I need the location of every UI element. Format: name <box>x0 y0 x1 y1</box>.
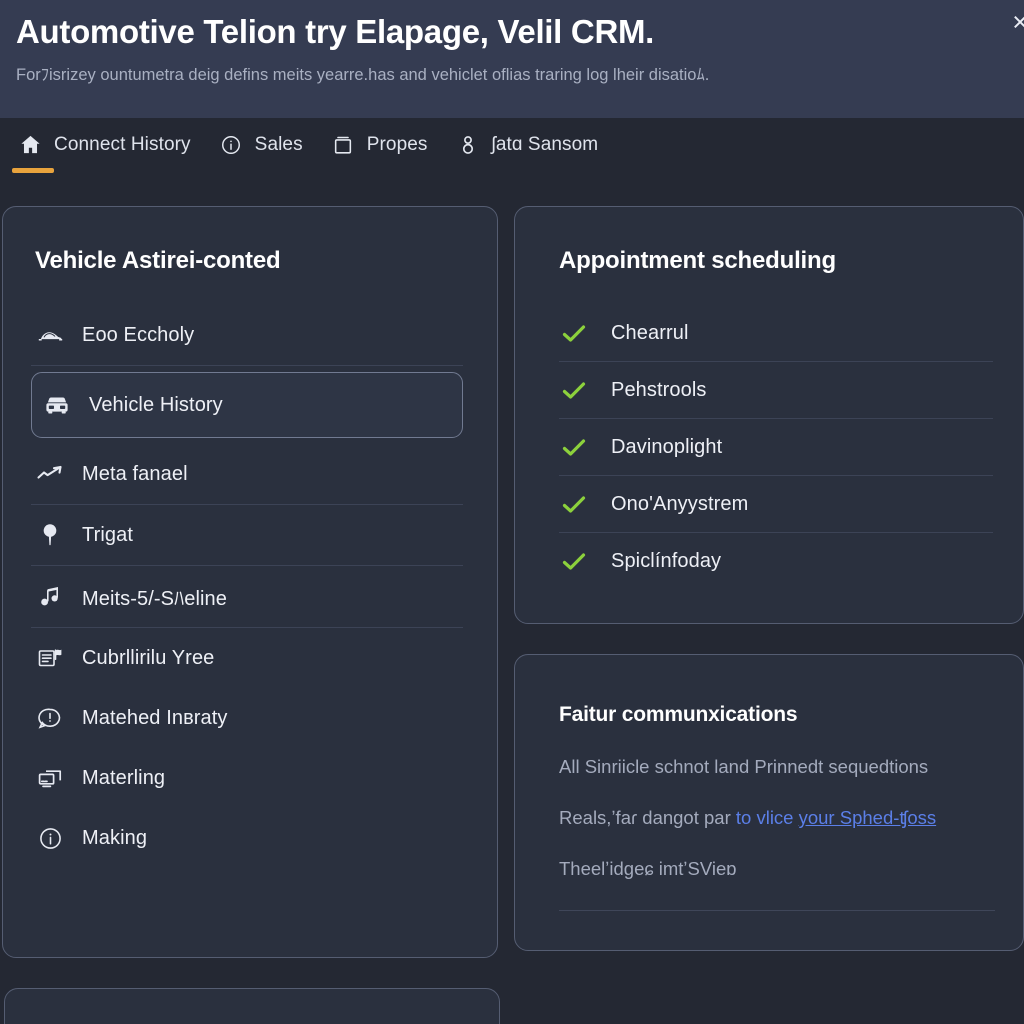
list-item[interactable]: Meta fanael <box>31 444 463 505</box>
left-column: Vehicle Astirei-conted Eoo Eccholy Vehic… <box>2 206 500 1024</box>
list-item[interactable]: Ono'Anyystrem <box>559 476 993 533</box>
list-item[interactable]: Matehed Inʙraty <box>31 688 463 748</box>
communications-line-2-prefix: Reals,ʼfaɾ dangot par <box>559 807 736 828</box>
page-title: Automotive Telion try Elapage, Velil CRM… <box>16 13 655 50</box>
list-item-label: Ono'Anyystrem <box>611 492 749 515</box>
list-item[interactable]: Pehstrools <box>559 362 993 419</box>
list-item-label: Davinoplight <box>611 435 723 458</box>
home-icon <box>18 132 43 157</box>
list-item-label: Meta fanael <box>82 462 188 485</box>
main-content: Vehicle Astirei-conted Eoo Eccholy Vehic… <box>0 206 1024 1024</box>
communications-line-2: Reals,ʼfaɾ dangot par to vlice your Sphe… <box>559 803 995 833</box>
user-icon <box>456 132 481 157</box>
divider <box>559 910 995 911</box>
nav-label: ʃatɑ Sansom <box>491 133 599 155</box>
info-circle-icon <box>219 132 244 157</box>
list-item[interactable]: Spiclínfoday <box>559 533 993 589</box>
appointments-panel-title: Appointment scheduling <box>559 247 836 274</box>
nav-item-propes[interactable]: Propes <box>317 124 442 163</box>
nav-item-sales[interactable]: Sales <box>205 124 317 163</box>
music-notes-icon <box>35 583 65 611</box>
nav-item-connect-history[interactable]: Connect History <box>4 124 205 173</box>
list-item-selected[interactable]: Vehicle History <box>31 372 463 438</box>
check-icon <box>561 377 587 403</box>
document-flag-icon <box>35 644 65 672</box>
list-item-label: Pehstrools <box>611 378 707 401</box>
list-item-label: Materling <box>82 766 166 789</box>
bottom-stub-card <box>4 988 500 1024</box>
header-banner: Automotive Telion try Elapage, Velil CRM… <box>0 0 1024 118</box>
info-circle-icon <box>35 824 65 852</box>
list-item-label: Vehicle History <box>89 393 223 416</box>
check-icon <box>561 491 587 517</box>
vehicle-panel-title: Vehicle Astirei-conted <box>35 247 281 274</box>
vehicle-panel: Vehicle Astirei-conted Eoo Eccholy Vehic… <box>2 206 498 958</box>
right-column: Appointment scheduling Chearrul Pehstroo… <box>514 206 1024 951</box>
list-item-label: Making <box>82 826 148 849</box>
list-item[interactable]: Eoo Eccholy <box>31 305 463 366</box>
monitor-icon <box>35 764 65 792</box>
nav-item-sansom[interactable]: ʃatɑ Sansom <box>442 124 613 163</box>
communications-panel-title: Faitur communxications <box>559 703 798 726</box>
appointments-panel: Appointment scheduling Chearrul Pehstroo… <box>514 206 1024 624</box>
nav-label: Sales <box>254 133 303 155</box>
check-icon <box>561 548 587 574</box>
list-item[interactable]: Chearrul <box>559 305 993 362</box>
car-front-icon <box>42 391 72 419</box>
list-item-label: Chearrul <box>611 321 689 344</box>
communications-line-3: Theelʼidgeɕ imtʼSVieɒ <box>559 858 737 879</box>
list-item-label: Eoo Eccholy <box>82 323 195 346</box>
communications-line-1: All Sinriicle schnot land Prinnedt seque… <box>559 756 929 777</box>
list-item-label: Cubrllirilu Yree <box>82 646 215 669</box>
list-item-label: Spiclínfoday <box>611 549 722 572</box>
check-icon <box>561 320 587 346</box>
appointments-list: Chearrul Pehstrools Davinoplight Ono'Any… <box>559 305 993 589</box>
communications-panel: Faitur communxications All Sinriicle sch… <box>514 654 1024 951</box>
vehicle-list: Eoo Eccholy Vehicle History Meta fanael … <box>31 305 463 868</box>
list-item-label: Trigat <box>82 523 133 546</box>
trend-arrow-icon <box>35 460 65 488</box>
list-item-label: Meits-5/-Sﾊeline <box>82 588 227 610</box>
nav-label: Connect History <box>54 133 191 155</box>
check-icon <box>561 434 587 460</box>
page-subtitle: Forﾌisrizey ountumetra deig defins meits… <box>16 66 710 84</box>
list-item[interactable]: Making <box>31 808 463 868</box>
list-item[interactable]: Materling <box>31 748 463 808</box>
chat-alert-icon <box>35 704 65 732</box>
list-item[interactable]: Meits-5/-Sﾊeline <box>31 566 463 628</box>
list-item[interactable]: Davinoplight <box>559 419 993 476</box>
communications-link[interactable]: your Sphed-ʧoss <box>799 807 937 828</box>
close-icon[interactable]: × <box>1012 9 1024 36</box>
list-item[interactable]: Trigat <box>31 505 463 566</box>
list-item-label: Matehed Inʙraty <box>82 706 228 729</box>
communications-inline-link-text[interactable]: to vlice <box>736 807 799 828</box>
nav-label: Propes <box>366 133 428 155</box>
calendar-icon <box>331 132 356 157</box>
main-navigation: Connect History Sales Propes ʃatɑ Sansom <box>0 118 1024 206</box>
car-side-icon <box>35 321 65 349</box>
golf-tee-icon <box>35 521 65 549</box>
list-item[interactable]: Cubrllirilu Yree <box>31 628 463 688</box>
